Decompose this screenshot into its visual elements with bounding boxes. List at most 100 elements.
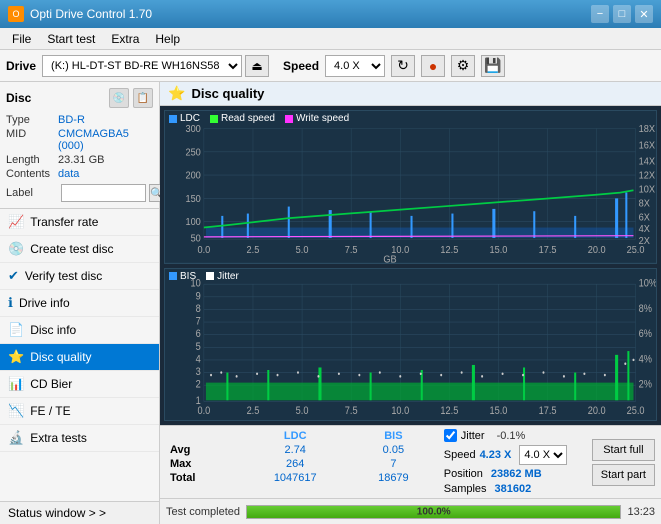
sidebar-item-transfer-rate[interactable]: 📈 Transfer rate xyxy=(0,209,159,236)
sidebar-item-fe-te[interactable]: 📉 FE / TE xyxy=(0,398,159,425)
avg-ldc: 2.74 xyxy=(239,443,351,457)
close-button[interactable]: ✕ xyxy=(635,5,653,23)
svg-text:17.5: 17.5 xyxy=(539,245,557,257)
sidebar-item-verify-test-disc[interactable]: ✔ Verify test disc xyxy=(0,263,159,290)
svg-text:5.0: 5.0 xyxy=(296,245,309,257)
disc-quality-label: Disc quality xyxy=(30,350,91,364)
sidebar-item-extra-tests[interactable]: 🔬 Extra tests xyxy=(0,425,159,452)
svg-text:50: 50 xyxy=(191,233,202,245)
max-row-header: Max xyxy=(166,457,239,471)
disc-button[interactable]: ● xyxy=(421,55,445,77)
svg-text:0.0: 0.0 xyxy=(197,405,210,417)
minimize-button[interactable]: − xyxy=(591,5,609,23)
menu-extra[interactable]: Extra xyxy=(103,30,147,48)
save-button[interactable]: 💾 xyxy=(481,55,505,77)
disc-icon-1[interactable]: 💿 xyxy=(109,88,129,108)
type-label: Type xyxy=(6,114,58,126)
start-full-button[interactable]: Start full xyxy=(592,439,655,461)
menu-start-test[interactable]: Start test xyxy=(39,30,103,48)
svg-text:10.0: 10.0 xyxy=(391,405,409,417)
title-bar: O Opti Drive Control 1.70 − □ ✕ xyxy=(0,0,661,28)
avg-bis: 0.05 xyxy=(351,443,436,457)
refresh-button[interactable]: ↻ xyxy=(391,55,415,77)
quality-header-icon: ⭐ xyxy=(168,85,185,102)
svg-text:12.5: 12.5 xyxy=(440,405,458,417)
svg-text:200: 200 xyxy=(185,170,201,182)
quality-header: ⭐ Disc quality xyxy=(160,82,661,106)
upper-chart: LDC Read speed Write speed xyxy=(164,110,657,264)
fe-te-icon: 📉 xyxy=(8,403,24,419)
jitter-checkbox[interactable] xyxy=(444,429,457,442)
fe-te-label: FE / TE xyxy=(30,404,70,418)
total-bis: 18679 xyxy=(351,471,436,485)
speed-stat-label: Speed xyxy=(444,449,476,461)
app-title: Opti Drive Control 1.70 xyxy=(30,7,152,21)
svg-text:9: 9 xyxy=(196,290,201,302)
svg-text:2.5: 2.5 xyxy=(247,245,260,257)
disc-info-label: Disc info xyxy=(30,323,76,337)
disc-icon-2[interactable]: 📋 xyxy=(133,88,153,108)
svg-text:6%: 6% xyxy=(639,328,652,340)
menu-bar: File Start test Extra Help xyxy=(0,28,661,50)
total-ldc: 1047617 xyxy=(239,471,351,485)
create-test-label: Create test disc xyxy=(30,242,113,256)
svg-text:25.0: 25.0 xyxy=(627,405,645,417)
jitter-legend-label: Jitter xyxy=(217,271,239,282)
time-text: 13:23 xyxy=(627,506,655,518)
svg-text:GB: GB xyxy=(383,254,397,263)
verify-test-label: Verify test disc xyxy=(25,269,102,283)
svg-text:8X: 8X xyxy=(639,198,651,210)
label-label: Label xyxy=(6,187,58,199)
menu-help[interactable]: Help xyxy=(147,30,188,48)
settings-button[interactable]: ⚙ xyxy=(451,55,475,77)
eject-button[interactable]: ⏏ xyxy=(245,55,269,77)
transfer-rate-icon: 📈 xyxy=(8,214,24,230)
maximize-button[interactable]: □ xyxy=(613,5,631,23)
label-input[interactable] xyxy=(61,184,146,202)
menu-file[interactable]: File xyxy=(4,30,39,48)
svg-text:3: 3 xyxy=(196,366,201,378)
svg-text:8: 8 xyxy=(196,303,201,315)
status-window-button[interactable]: Status window > > xyxy=(0,501,159,524)
svg-text:150: 150 xyxy=(185,193,201,205)
svg-text:2.5: 2.5 xyxy=(247,405,260,417)
right-panel: ⭐ Disc quality LDC Read speed xyxy=(160,82,661,524)
total-row-header: Total xyxy=(166,471,239,485)
read-speed-legend-dot xyxy=(210,115,218,123)
start-part-button[interactable]: Start part xyxy=(592,464,655,486)
bis-legend-dot xyxy=(169,272,177,280)
buttons-area: Start full Start part xyxy=(592,429,655,495)
svg-text:4X: 4X xyxy=(639,224,651,236)
svg-text:8%: 8% xyxy=(639,303,652,315)
type-value: BD-R xyxy=(58,114,85,126)
stats-table: LDC BIS Avg 2.74 0.05 Max 264 7 Total xyxy=(166,429,436,495)
speed-stat-select[interactable]: 4.0 X xyxy=(519,445,567,465)
sidebar-item-disc-quality[interactable]: ⭐ Disc quality xyxy=(0,344,159,371)
sidebar-item-create-test-disc[interactable]: 💿 Create test disc xyxy=(0,236,159,263)
svg-text:100: 100 xyxy=(185,217,201,229)
charts-area: LDC Read speed Write speed xyxy=(160,106,661,425)
jitter-speed-area: Jitter -0.1% Speed 4.23 X 4.0 X Position… xyxy=(444,429,584,495)
upper-chart-svg: 300 250 200 150 100 50 18X 16X 14X 12X 1… xyxy=(165,111,656,263)
disc-info-icon: 📄 xyxy=(8,322,24,338)
sidebar-item-drive-info[interactable]: ℹ Drive info xyxy=(0,290,159,317)
drive-toolbar: Drive (K:) HL-DT-ST BD-RE WH16NS58 TST4 … xyxy=(0,50,661,82)
max-bis: 7 xyxy=(351,457,436,471)
ldc-legend-label: LDC xyxy=(180,113,200,124)
svg-text:15.0: 15.0 xyxy=(490,245,508,257)
main-content: Disc 💿 📋 Type BD-R MID CMCMAGBA5 (000) L… xyxy=(0,82,661,524)
bis-legend-label: BIS xyxy=(180,271,196,282)
verify-test-icon: ✔ xyxy=(8,268,19,284)
speed-select[interactable]: 4.0 X xyxy=(325,55,385,77)
drive-select[interactable]: (K:) HL-DT-ST BD-RE WH16NS58 TST4 xyxy=(42,55,242,77)
svg-text:10%: 10% xyxy=(639,277,656,289)
avg-row-header: Avg xyxy=(166,443,239,457)
svg-text:16X: 16X xyxy=(639,140,656,152)
svg-text:20.0: 20.0 xyxy=(588,405,606,417)
position-value: 23862 MB xyxy=(491,468,542,480)
svg-text:2: 2 xyxy=(196,378,201,390)
contents-label: Contents xyxy=(6,168,58,180)
sidebar-item-cd-bier[interactable]: 📊 CD Bier xyxy=(0,371,159,398)
svg-text:4%: 4% xyxy=(639,353,652,365)
sidebar-item-disc-info[interactable]: 📄 Disc info xyxy=(0,317,159,344)
